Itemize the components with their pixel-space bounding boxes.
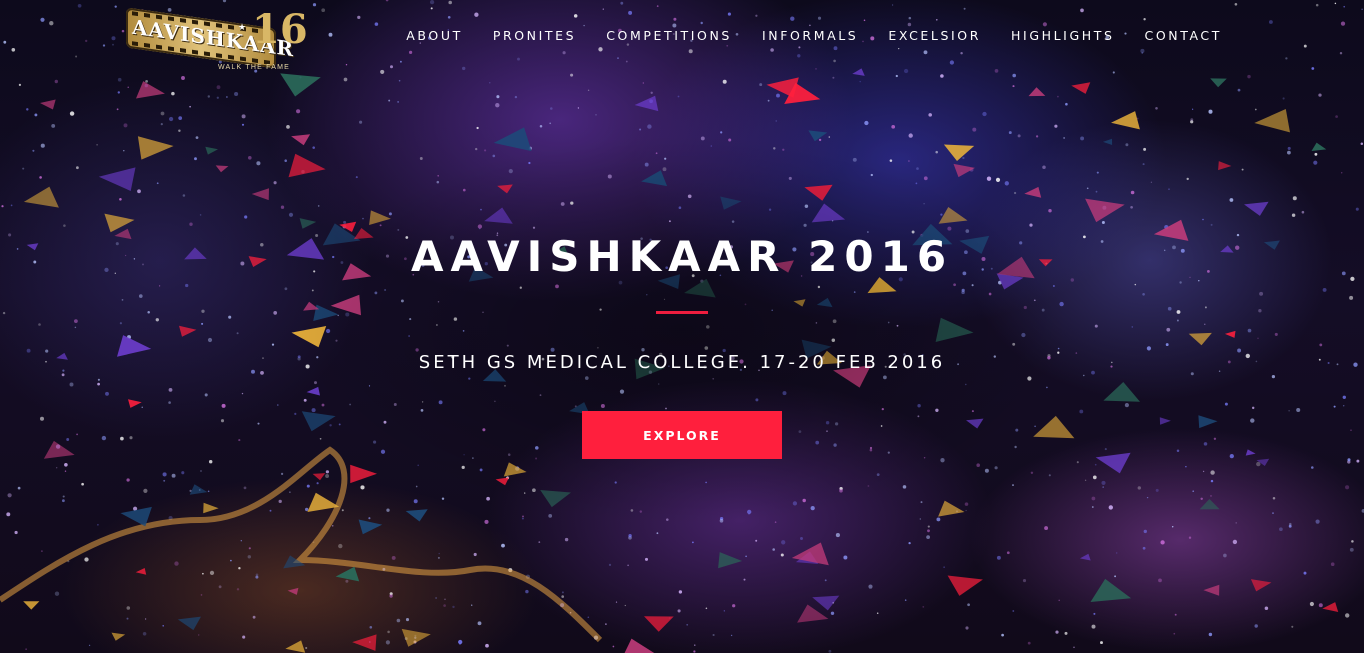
hero-subtitle: SETH GS MEDICAL COLLEGE. 17-20 FEB 2016 (418, 352, 946, 373)
hero-content: AAVISHKAAR 2016 SETH GS MEDICAL COLLEGE.… (0, 0, 1364, 653)
hero-title: AAVISHKAAR 2016 (410, 232, 954, 281)
title-divider (656, 311, 708, 314)
explore-button[interactable]: EXPLORE (582, 411, 782, 459)
hero-section: AAVISHKAAR ★ 16 WALK THE FAME ABOUT PRON… (0, 0, 1364, 653)
